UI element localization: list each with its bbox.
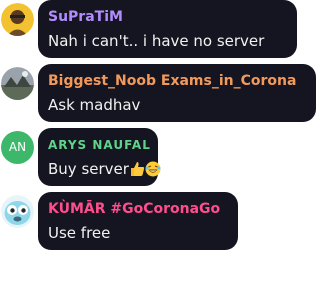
message-bubble[interactable]: Biggest_Noob Exams_in_Corona Ask madhav [38, 64, 316, 122]
avatar[interactable] [1, 67, 34, 100]
message-bubble[interactable]: SuPraTiM Nah i can't.. i have no server [38, 0, 297, 58]
sender-name[interactable]: SuPraTiM [48, 9, 287, 26]
sender-name[interactable]: KÙMĀR #GoCoronaGo [48, 201, 228, 218]
cartoon-face-avatar-icon [1, 195, 34, 228]
chat-message: Biggest_Noob Exams_in_Corona Ask madhav [0, 64, 320, 128]
chat-message: SuPraTiM Nah i can't.. i have no server [0, 0, 320, 64]
user-photo-avatar-icon [1, 3, 34, 36]
message-bubble[interactable]: ARYS NAUFAL Buy server [38, 128, 161, 186]
sender-name[interactable]: Biggest_Noob Exams_in_Corona [48, 73, 306, 90]
message-bubble[interactable]: KÙMĀR #GoCoronaGo Use free [38, 192, 238, 250]
avatar[interactable] [1, 195, 34, 228]
message-content: Buy server [48, 159, 161, 179]
message-text: Nah i can't.. i have no server [48, 32, 265, 50]
chat-message: AN ARYS NAUFAL Buy server [0, 128, 320, 192]
message-text: Use free [48, 224, 111, 242]
avatar[interactable]: AN [1, 131, 34, 164]
message-text: Buy server [48, 160, 129, 178]
thumbs-up-emoji-icon [130, 162, 145, 176]
avatar[interactable] [1, 3, 34, 36]
user-photo-avatar-icon [1, 67, 34, 100]
message-text: Ask madhav [48, 96, 141, 114]
chat-message-list: SuPraTiM Nah i can't.. i have no server … [0, 0, 320, 301]
sender-name[interactable]: ARYS NAUFAL [48, 137, 150, 154]
laughing-emoji-icon [145, 161, 161, 177]
chat-message: KÙMĀR #GoCoronaGo Use free [0, 192, 320, 256]
